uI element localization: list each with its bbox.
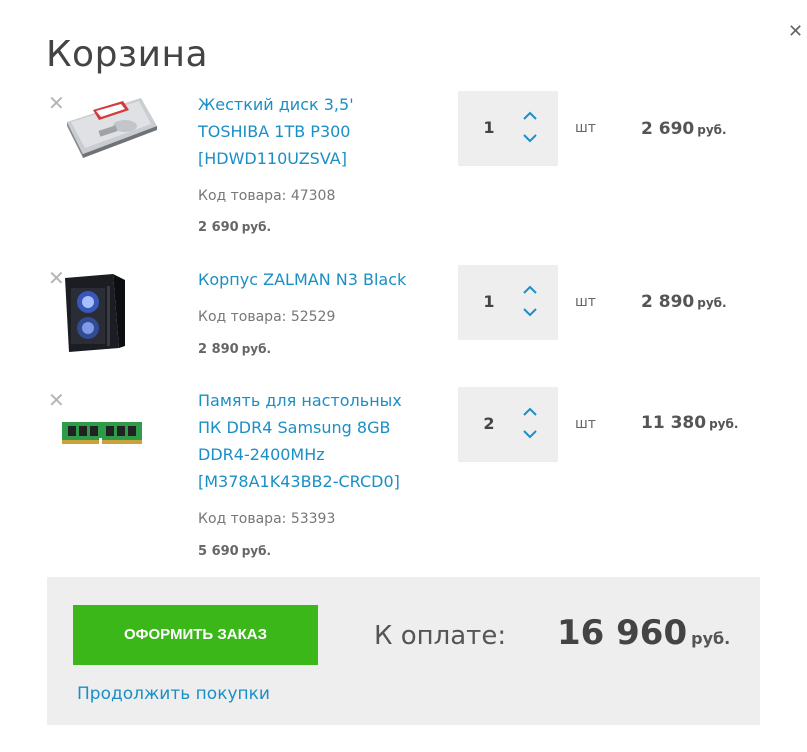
item-code: Код товара: 53393 [198, 511, 336, 527]
chevron-down-icon[interactable] [520, 129, 540, 147]
quantity-value[interactable]: 1 [458, 118, 520, 137]
item-total: 11 380 руб. [641, 413, 738, 433]
checkout-button[interactable]: ОФОРМИТЬ ЗАКАЗ [73, 605, 318, 665]
item-unit-price: 5 690 руб. [198, 544, 271, 559]
quantity-value[interactable]: 1 [458, 292, 520, 311]
chevron-down-icon[interactable] [520, 425, 540, 443]
total-amount: 16 960 руб. [557, 613, 730, 653]
hdd-image [63, 96, 159, 162]
item-name-link[interactable]: Жесткий диск 3,5' TOSHIBA 1TB P300 [HDWD… [198, 91, 428, 172]
chevron-up-icon[interactable] [520, 281, 540, 299]
ram-module-image [62, 420, 142, 450]
unit-price-value: 2 890 [198, 342, 239, 357]
currency-label: руб. [697, 296, 727, 310]
unit-label: шт [575, 294, 596, 310]
cart-footer: ОФОРМИТЬ ЗАКАЗ К оплате: 16 960 руб. Прод… [47, 577, 760, 725]
item-unit-price: 2 890 руб. [198, 342, 271, 357]
chevron-down-icon[interactable] [520, 303, 540, 321]
item-code: Код товара: 52529 [198, 309, 336, 325]
chevron-up-icon[interactable] [520, 107, 540, 125]
quantity-value[interactable]: 2 [458, 414, 520, 433]
pc-case-image [63, 272, 127, 358]
remove-item-icon[interactable]: ✕ [48, 390, 65, 410]
continue-shopping-link[interactable]: Продолжить покупки [77, 684, 270, 704]
item-total-value: 2 690 [641, 119, 695, 139]
total-value: 16 960 [557, 613, 688, 653]
item-total-value: 11 380 [641, 413, 707, 433]
item-code: Код товара: 47308 [198, 188, 336, 204]
currency-label: руб. [241, 220, 272, 234]
item-total: 2 690 руб. [641, 119, 727, 139]
currency-label: руб. [697, 123, 727, 137]
currency-label: руб. [241, 342, 272, 356]
unit-price-value: 2 690 [198, 220, 239, 235]
quantity-stepper: 2 [458, 387, 558, 462]
currency-label: руб. [709, 417, 739, 431]
currency-label: руб. [241, 544, 272, 558]
unit-label: шт [575, 120, 596, 136]
unit-price-value: 5 690 [198, 544, 239, 559]
close-icon[interactable]: ✕ [788, 23, 803, 41]
total-label: К оплате: [374, 621, 507, 651]
item-total-value: 2 890 [641, 292, 695, 312]
quantity-stepper: 1 [458, 265, 558, 340]
unit-label: шт [575, 416, 596, 432]
item-unit-price: 2 690 руб. [198, 220, 271, 235]
item-name-link[interactable]: Корпус ZALMAN N3 Black [198, 266, 428, 293]
page-title: Корзина [46, 34, 209, 75]
chevron-up-icon[interactable] [520, 403, 540, 421]
item-total: 2 890 руб. [641, 292, 727, 312]
item-name-link[interactable]: Память для настольных ПК DDR4 Samsung 8G… [198, 387, 428, 495]
quantity-stepper: 1 [458, 91, 558, 166]
total-currency: руб. [691, 629, 731, 648]
